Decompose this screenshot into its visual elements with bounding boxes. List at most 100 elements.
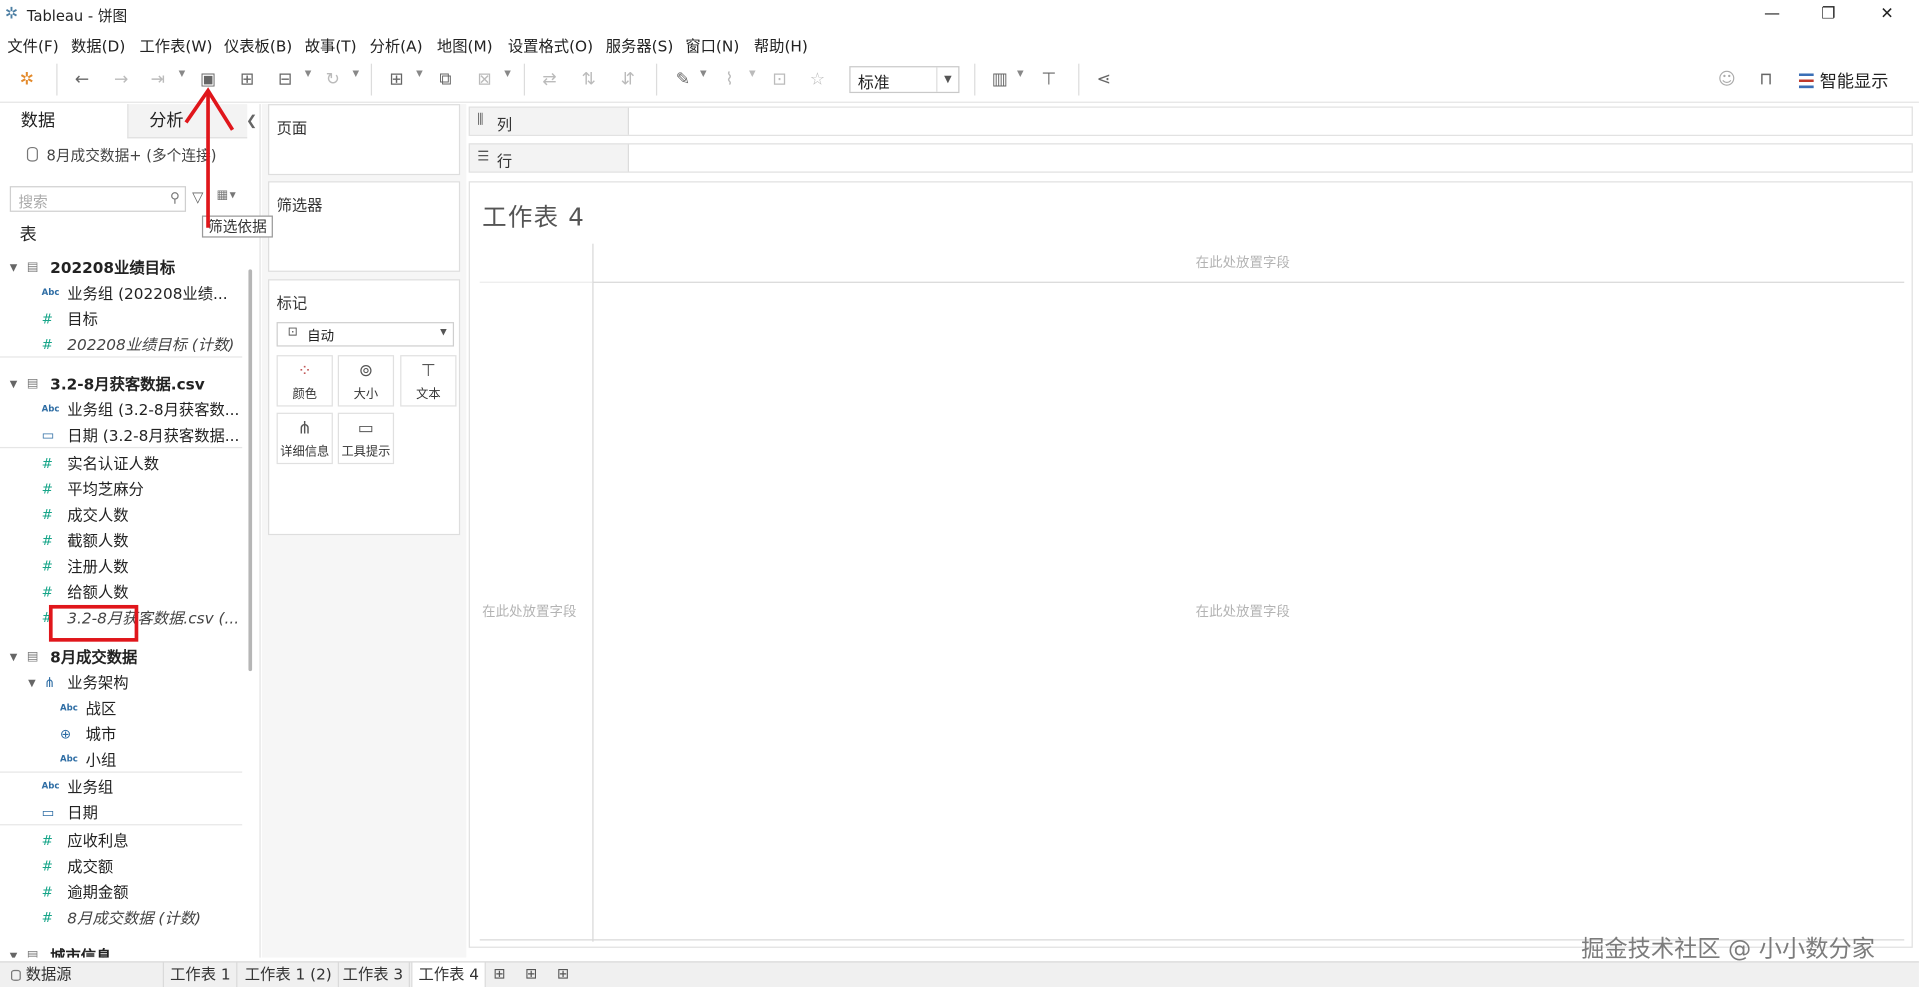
chevron-down-icon[interactable]: ▼ — [10, 644, 18, 670]
menu-window[interactable]: 窗口(N) — [685, 33, 739, 56]
group-members-icon[interactable]: ⌇ — [718, 67, 740, 91]
field-item[interactable]: Abc 小组 — [0, 747, 243, 773]
tab-sheet-1-copy[interactable]: 工作表 1 (2) — [239, 962, 340, 987]
chevron-down-icon[interactable]: ▼ — [28, 670, 36, 696]
menu-dashboard[interactable]: 仪表板(B) — [224, 33, 292, 56]
columns-drop-hint[interactable]: 在此处放置字段 — [1196, 252, 1290, 272]
share-icon[interactable]: ⋖ — [1093, 67, 1115, 91]
detail-button[interactable]: ⋔ 详细信息 — [276, 412, 333, 465]
tableau-home-icon[interactable]: ✲ — [17, 67, 37, 91]
tab-sheet-3[interactable]: 工作表 3 — [337, 962, 411, 987]
close-button[interactable]: ✕ — [1859, 2, 1915, 26]
show-cards-icon[interactable]: ▥ — [988, 67, 1012, 91]
clear-dropdown-icon[interactable]: ▼ — [504, 69, 511, 79]
tab-sheet-1[interactable]: 工作表 1 — [162, 962, 238, 987]
field-item[interactable]: #202208业绩目标 (计数) — [0, 332, 243, 358]
menu-story[interactable]: 故事(T) — [305, 33, 357, 56]
highlight-icon[interactable]: ✎ — [672, 67, 694, 91]
filters-shelf[interactable]: 筛选器 — [268, 181, 461, 272]
datasource-tab[interactable]: 数据源 — [5, 963, 78, 987]
field-item[interactable]: # 成交额 — [0, 854, 242, 880]
field-item[interactable]: ▼ ⋔ 业务架构 — [0, 670, 242, 696]
show-cards-dropdown-icon[interactable]: ▼ — [1017, 69, 1024, 79]
table-header[interactable]: ▼ ▤ 8月成交数据 — [0, 644, 242, 670]
new-worksheet-dropdown-icon[interactable]: ▼ — [416, 69, 423, 79]
chevron-down-icon[interactable]: ▼ — [10, 943, 18, 957]
menu-help[interactable]: 帮助(H) — [754, 33, 808, 56]
chevron-down-icon[interactable]: ▼ — [10, 371, 18, 397]
field-item[interactable]: # 逾期金额 — [0, 879, 242, 905]
field-item[interactable]: # 应收利息 — [0, 828, 242, 854]
field-item[interactable]: Abc 战区 — [0, 696, 242, 722]
menu-analysis[interactable]: 分析(A) — [370, 33, 423, 56]
menu-format[interactable]: 设置格式(O) — [508, 33, 593, 56]
scrollbar[interactable] — [248, 269, 253, 672]
collapse-pane-icon[interactable]: ❮ — [246, 113, 257, 129]
field-item[interactable]: # 成交人数 — [0, 502, 242, 528]
restore-button[interactable]: ❐ — [1800, 2, 1856, 26]
field-item[interactable]: #8月成交数据 (计数) — [0, 905, 242, 931]
menu-map[interactable]: 地图(M) — [437, 33, 493, 56]
field-item[interactable]: ⊕ 城市 — [0, 721, 242, 747]
new-worksheet-icon[interactable]: ⊞ — [493, 965, 505, 982]
view-drop-hint[interactable]: 在此处放置字段 — [1196, 601, 1290, 621]
field-item[interactable]: Abc 业务组 — [0, 774, 242, 800]
field-item[interactable]: # 注册人数 — [0, 554, 242, 580]
field-item[interactable]: # 目标 — [0, 306, 242, 332]
color-button[interactable]: ⁘ 颜色 — [276, 355, 333, 407]
field-item[interactable]: ▭ 日期 (3.2-8月获客数据... — [0, 422, 243, 449]
pause-updates-icon[interactable]: ⊟ — [274, 67, 296, 91]
pages-shelf[interactable]: 页面 — [268, 104, 461, 176]
chevron-down-icon[interactable]: ▼ — [10, 255, 18, 281]
fit-select[interactable]: 标准 ▼ — [849, 66, 960, 94]
presentation-mode-icon[interactable]: ⊤ — [1038, 67, 1060, 91]
sheet-title[interactable]: 工作表 4 — [482, 197, 585, 233]
new-worksheet-icon[interactable]: ⊞ — [384, 67, 408, 91]
sort-descending-icon[interactable]: ⇵ — [617, 67, 639, 91]
field-item[interactable]: # 给额人数 — [0, 579, 242, 605]
menu-file[interactable]: 文件(F) — [7, 33, 58, 56]
sort-ascending-icon[interactable]: ⇅ — [578, 67, 600, 91]
field-item[interactable]: # 平均芝麻分 — [0, 476, 242, 502]
group-dropdown-icon[interactable]: ▼ — [749, 69, 756, 79]
text-button[interactable]: ⊤ 文本 — [400, 355, 457, 407]
field-item[interactable]: ▭ 日期 — [0, 800, 243, 826]
duplicate-sheet-icon[interactable]: ⧉ — [434, 67, 456, 91]
field-item[interactable]: Abc 业务组 (3.2-8月获客数... — [0, 397, 242, 423]
clear-sheet-icon[interactable]: ⊠ — [474, 67, 496, 91]
minimize-button[interactable]: — — [1744, 2, 1800, 26]
columns-drop-zone[interactable] — [629, 107, 1912, 135]
refresh-dropdown-icon[interactable]: ▼ — [352, 69, 359, 79]
field-item[interactable]: # 实名认证人数 — [0, 451, 242, 477]
ask-data-icon[interactable]: ☺ — [1715, 67, 1739, 91]
undo-icon[interactable]: ← — [71, 67, 93, 91]
swap-rows-columns-icon[interactable]: ⇄ — [538, 67, 560, 91]
search-input[interactable]: 搜索 ⚲ — [9, 186, 187, 212]
table-header[interactable]: ▼ ▤ 城市信息 — [0, 943, 242, 958]
rows-drop-zone[interactable] — [629, 144, 1912, 172]
table-header[interactable]: ▼ ▤ 3.2-8月获客数据.csv — [0, 371, 242, 397]
view-area[interactable]: 工作表 4 在此处放置字段 在此处放置字段 在此处放置字段 — [468, 181, 1913, 948]
fix-axes-icon[interactable]: ☆ — [806, 67, 828, 91]
redo-icon[interactable]: → — [110, 67, 132, 91]
replay-dropdown-icon[interactable]: ▼ — [179, 69, 186, 79]
refresh-icon[interactable]: ↻ — [322, 67, 344, 91]
table-header[interactable]: ▼ ▤ 202208业绩目标 — [0, 255, 242, 281]
menu-server[interactable]: 服务器(S) — [606, 33, 674, 56]
highlight-dropdown-icon[interactable]: ▼ — [700, 69, 707, 79]
pause-dropdown-icon[interactable]: ▼ — [305, 69, 312, 79]
tooltip-button[interactable]: ▭ 工具提示 — [337, 412, 395, 465]
mark-type-select[interactable]: ⊡ 自动 ▼ — [276, 322, 455, 347]
menu-data[interactable]: 数据(D) — [71, 33, 125, 56]
new-dashboard-icon[interactable]: ⊞ — [525, 965, 537, 982]
size-button[interactable]: ⊚ 大小 — [337, 355, 395, 407]
tab-sheet-4[interactable]: 工作表 4 — [411, 962, 487, 987]
show-me-button[interactable]: 智能显示 — [1798, 69, 1888, 93]
rows-drop-hint[interactable]: 在此处放置字段 — [482, 601, 576, 621]
tab-data[interactable]: 数据 — [0, 104, 128, 139]
show-mark-labels-icon[interactable]: ⊡ — [769, 67, 791, 91]
pin-icon[interactable]: ⊓ — [1755, 67, 1777, 91]
field-item[interactable]: Abc 业务组 (202208业绩... — [0, 280, 242, 306]
new-story-icon[interactable]: ⊞ — [557, 965, 569, 982]
replay-icon[interactable]: ⇥ — [147, 67, 169, 91]
